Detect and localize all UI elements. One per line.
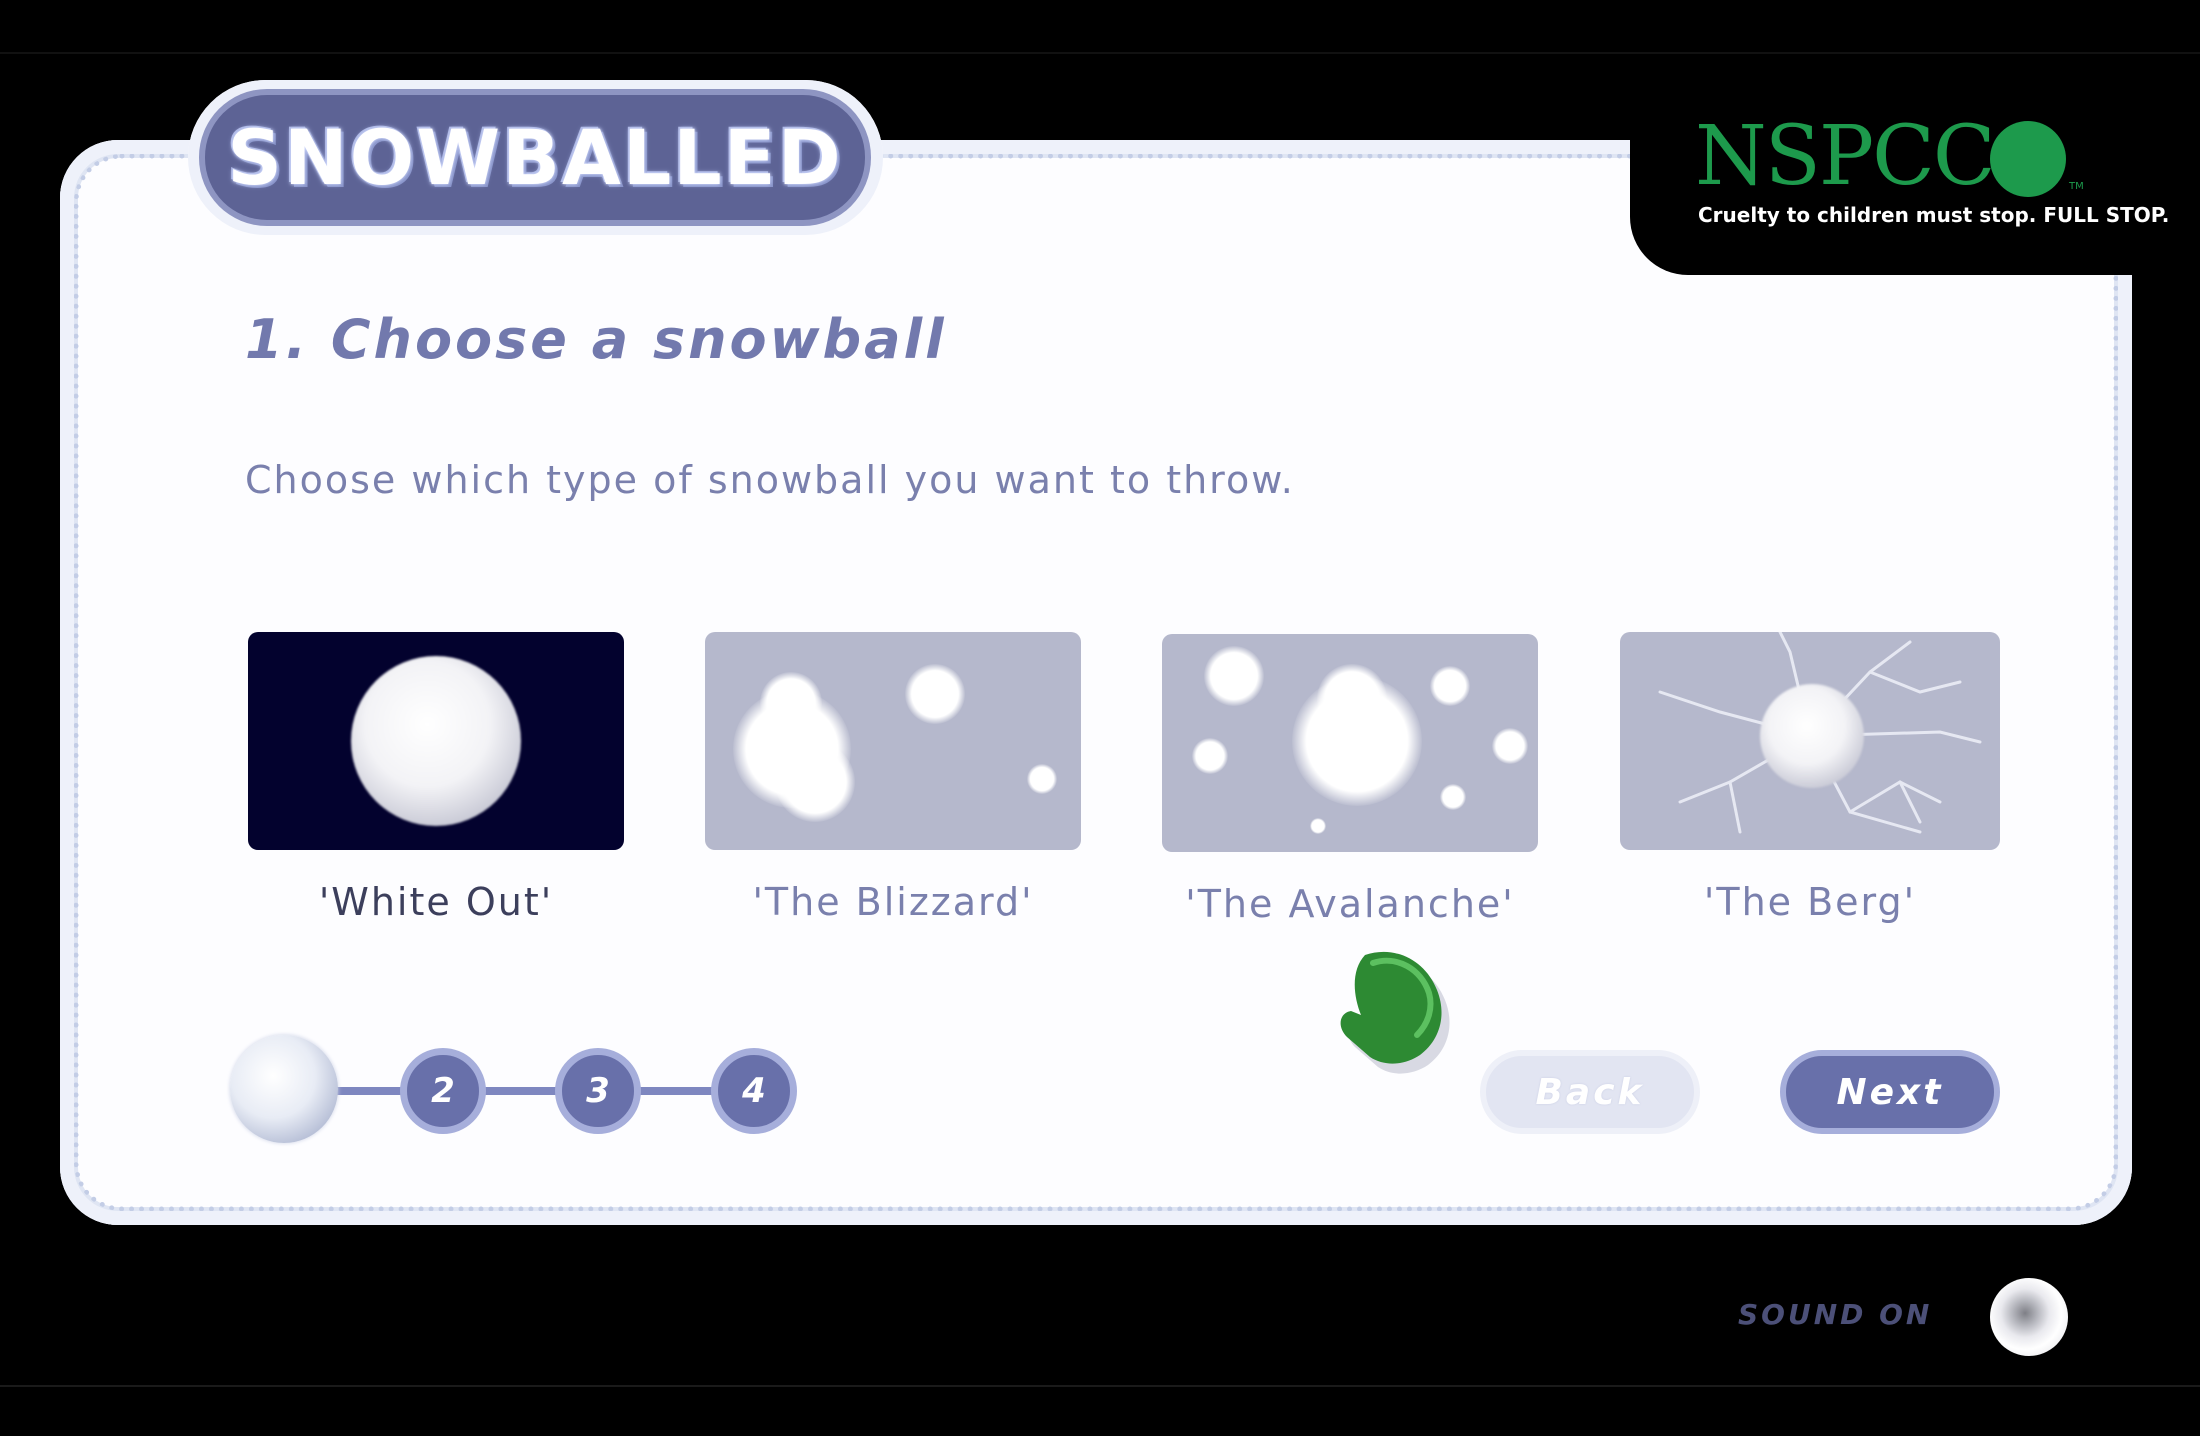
snowball-icon <box>351 656 521 826</box>
nspcc-logo: NSPCC TM Cruelty to children must stop. … <box>1695 109 2169 233</box>
option-label: 'The Avalanche' <box>1185 882 1515 926</box>
current-step-snowball-icon <box>230 1035 338 1143</box>
small-snowball-icon <box>1192 738 1228 774</box>
step-instructions: Choose which type of snowball you want t… <box>245 458 1295 502</box>
nspcc-tagline: Cruelty to children must stop. FULL STOP… <box>1698 203 2170 227</box>
option-label: 'The Blizzard' <box>752 880 1034 924</box>
berg-snowball-icon <box>1760 684 1864 788</box>
step-progress: 2 3 4 <box>230 1030 810 1150</box>
next-button[interactable]: Next <box>1780 1050 2000 1134</box>
snow-puff-icon <box>1317 664 1387 734</box>
snowball-option-white-out[interactable]: 'White Out' <box>248 632 624 932</box>
option-label: 'The Berg' <box>1703 880 1917 924</box>
sound-label: SOUND ON <box>1738 1298 1933 1331</box>
small-snowball-icon <box>1310 818 1326 834</box>
snowball-option-the-berg[interactable]: 'The Berg' <box>1620 632 2000 932</box>
snowball-option-the-blizzard[interactable]: 'The Blizzard' <box>705 632 1081 932</box>
app-logo: SNOWBALLED <box>205 95 865 220</box>
avalanche-thumbnail <box>1162 634 1538 852</box>
step-heading: 1. Choose a snowball <box>245 308 947 371</box>
small-snowball-icon <box>1440 784 1466 810</box>
blizzard-thumbnail <box>705 632 1081 850</box>
sound-toggle-knob-icon[interactable] <box>1990 1278 2068 1356</box>
app-logo-text: SNOWBALLED <box>227 113 843 202</box>
white-out-thumbnail <box>248 632 624 850</box>
nspcc-dot-icon <box>1990 121 2066 197</box>
progress-track <box>310 1087 760 1095</box>
option-label: 'White Out' <box>318 880 554 924</box>
nspcc-wordmark: NSPCC <box>1695 109 1996 204</box>
nspcc-trademark: TM <box>2069 181 2084 192</box>
bottom-divider <box>0 1385 2200 1387</box>
snowball-option-the-avalanche[interactable]: 'The Avalanche' <box>1162 634 1538 934</box>
small-snowball-icon <box>905 664 965 724</box>
small-snowball-icon <box>1492 728 1528 764</box>
top-divider <box>0 52 2200 54</box>
berg-thumbnail <box>1620 632 2000 850</box>
snow-puff-icon <box>760 672 822 734</box>
small-snowball-icon <box>1027 764 1057 794</box>
step-4-indicator: 4 <box>711 1048 797 1134</box>
back-button[interactable]: Back <box>1480 1050 1700 1134</box>
green-mitten-cursor-icon <box>1340 951 1450 1074</box>
snow-puff-icon <box>775 742 855 822</box>
step-3-indicator: 3 <box>555 1048 641 1134</box>
step-2-indicator: 2 <box>400 1048 486 1134</box>
small-snowball-icon <box>1204 646 1264 706</box>
small-snowball-icon <box>1430 666 1470 706</box>
